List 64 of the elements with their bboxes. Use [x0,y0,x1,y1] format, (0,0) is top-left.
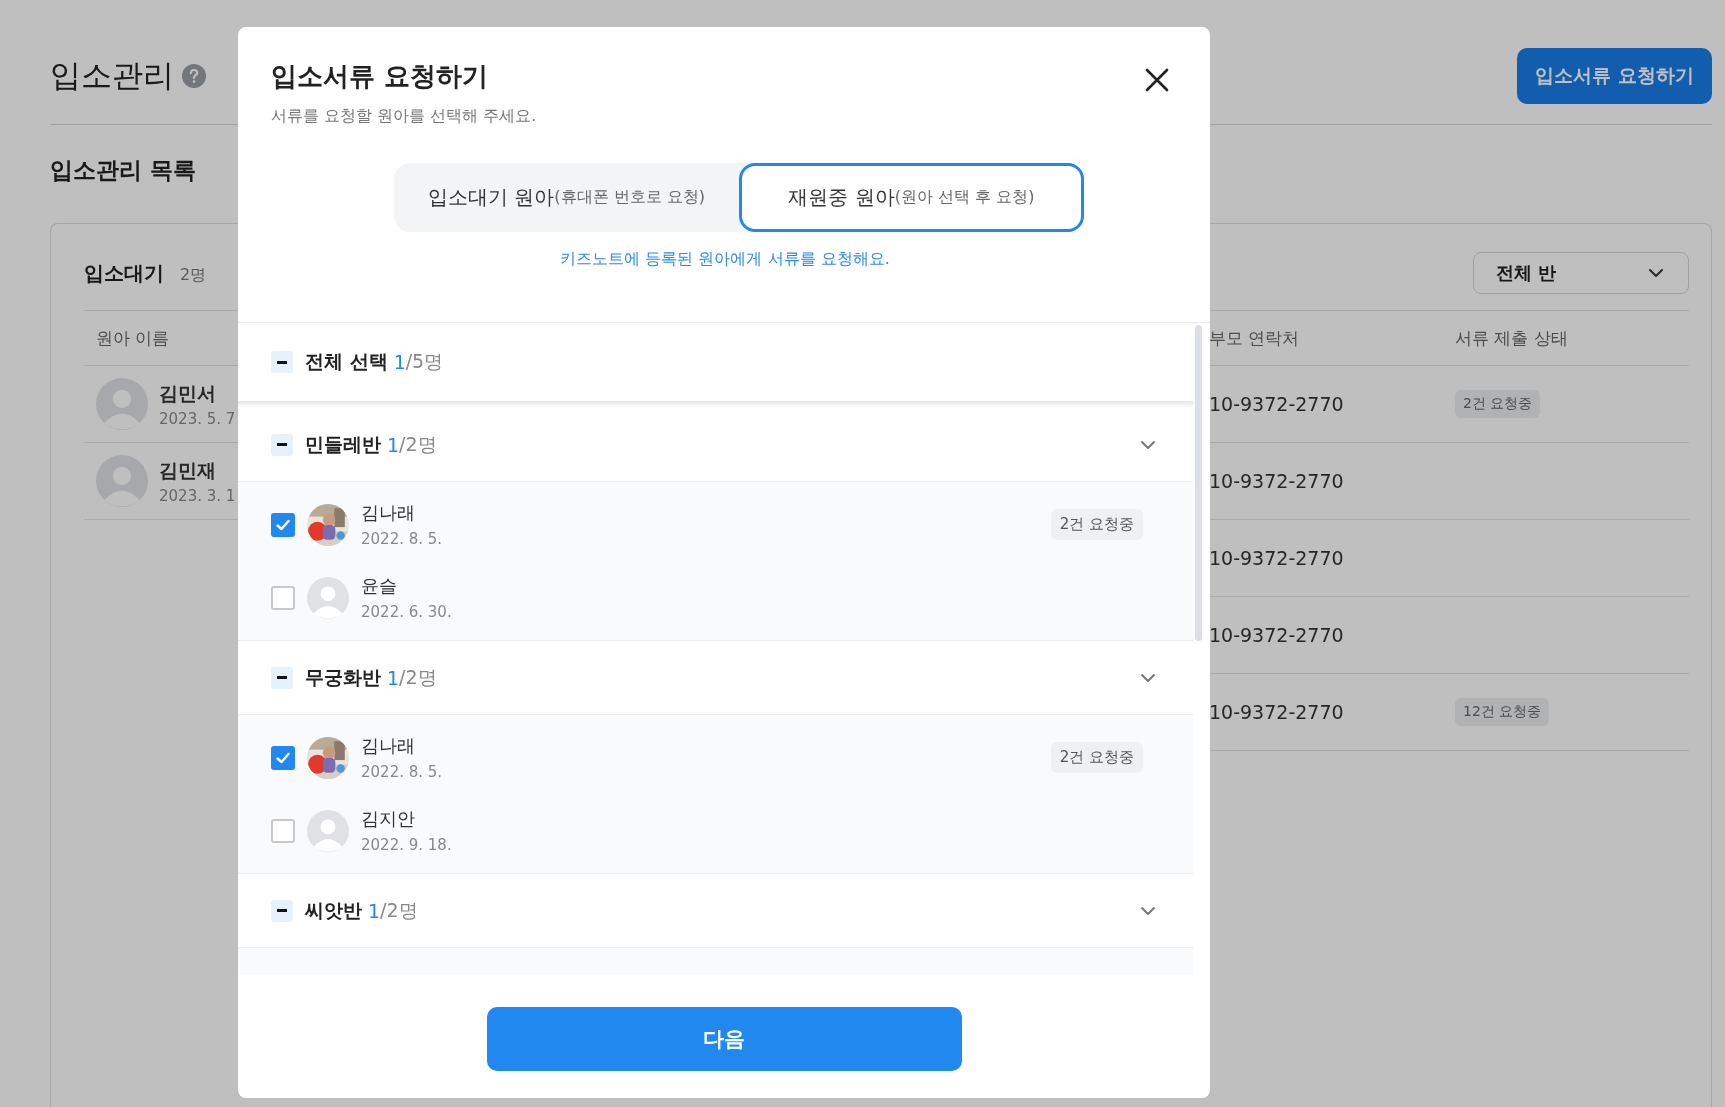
page-title: 입소관리 [50,56,174,95]
tab[interactable]: 입소대기 원아(휴대폰 번호로 요청) [394,163,739,232]
partial-checkbox[interactable] [271,666,293,689]
tab[interactable]: 재원중 원아(원아 선택 후 요청) [739,163,1084,232]
class-name: 민들레반 [305,431,381,457]
total-count: /2명 [399,664,437,690]
selected-count: 1 [368,899,381,922]
child-name: 윤슬 [361,574,398,598]
help-icon [182,64,206,88]
card-title: 입소대기 [84,259,164,287]
status-badge: 12건 요청중 [1455,698,1550,726]
column-header: 부모 연락처 [1208,326,1301,350]
total-count: /2명 [399,431,437,457]
child-name: 김민재 [159,457,217,483]
birth-date: 2023. 3. 1 [159,486,236,505]
child-name: 김나래 [361,734,416,758]
status-badge: 2건 요청중 [1050,742,1143,773]
checkbox[interactable] [271,512,295,537]
request-documents-button[interactable]: 입소서류 요청하기 [1517,48,1712,104]
phone-number: 10-9372-2770 [1208,701,1345,723]
phone-number: 10-9372-2770 [1208,547,1345,569]
birth-date: 2022. 6. 30. [361,603,453,621]
child-name: 김민서 [159,380,217,406]
child-count: 2명 [180,264,207,286]
status-badge: 2건 요청중 [1050,509,1143,540]
avatar-icon [96,378,148,430]
class-name: 무궁화반 [305,664,381,690]
checkbox[interactable] [271,818,295,843]
select-all-label: 전체 선택 [305,349,388,374]
birth-date: 2022. 8. 5. [361,763,444,781]
partial-checkbox[interactable] [271,899,293,922]
info-text: 키즈노트에 등록된 원아에게 서류를 요청해요. [560,249,890,270]
selected-count: 1 [387,433,400,456]
class-name: 씨앗반 [305,897,362,923]
close-button[interactable] [1144,67,1170,93]
close-icon [1144,67,1170,93]
total-count: /2명 [380,897,418,923]
birth-date: 2022. 9. 18. [361,836,453,854]
status-badge: 2건 요청중 [1455,390,1541,418]
phone-number: 10-9372-2770 [1208,393,1345,415]
checkbox[interactable] [271,745,295,770]
selected-count: 1 [393,351,406,373]
dialog-title: 입소서류 요청하기 [271,60,490,93]
phone-number: 10-9372-2770 [1208,624,1345,646]
avatar-icon [307,576,349,619]
avatar-icon [96,455,148,507]
checkbox[interactable] [271,585,295,610]
selected-count: 1 [387,666,400,689]
child-name: 김나래 [361,501,416,525]
total-count: /5명 [405,349,444,374]
dialog-subtitle: 서류를 요청할 원아를 선택해 주세요. [271,106,537,127]
column-header: 서류 제출 상태 [1455,326,1569,350]
scrollbar-thumb[interactable] [1195,325,1202,641]
partial-checkbox[interactable] [271,351,293,373]
child-name: 김지안 [361,807,416,831]
birth-date: 2023. 5. 7 [159,409,236,428]
column-header: 원아 이름 [96,326,170,350]
next-button[interactable]: 다음 [486,1007,962,1071]
phone-number: 10-9372-2770 [1208,470,1345,492]
partial-checkbox[interactable] [271,433,293,456]
birth-date: 2022. 8. 5. [361,530,444,548]
avatar-icon [307,809,349,852]
section-title: 입소관리 목록 [50,156,197,185]
class-dropdown[interactable]: 전체 반 [1473,252,1689,294]
